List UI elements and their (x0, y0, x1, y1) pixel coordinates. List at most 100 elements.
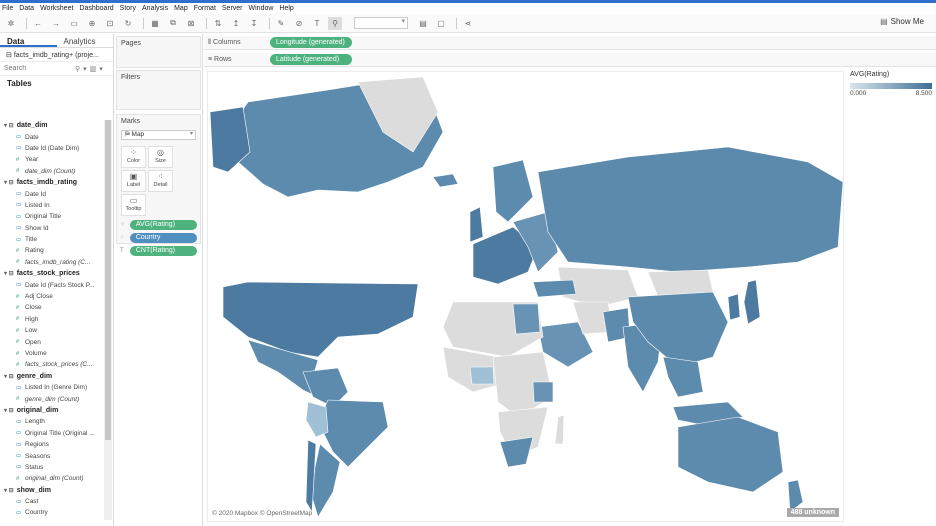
tab-data[interactable]: Data (0, 34, 57, 47)
mark-type-select[interactable]: ⛿ Map (121, 130, 196, 140)
tab-analytics[interactable]: Analytics (57, 34, 114, 47)
size-button[interactable]: ◎ Size (148, 146, 173, 168)
field-item[interactable]: # Close (0, 302, 104, 313)
field-item[interactable]: # facts_stock_prices (C... (0, 359, 104, 370)
country-uk[interactable] (469, 206, 484, 243)
chevron-down-icon[interactable]: ▾ ⊟ (4, 373, 14, 380)
table-group[interactable]: ▾ ⊟ show_dim (0, 485, 104, 496)
sort-ascending-icon[interactable]: ↥ (229, 17, 243, 30)
field-item[interactable]: ▭ Original Title (Original ... (0, 428, 104, 439)
show-me-button[interactable]: ▤ Show Me (880, 17, 924, 26)
menu-item-server[interactable]: Server (222, 5, 243, 12)
menu-item-worksheet[interactable]: Worksheet (40, 5, 73, 12)
field-item[interactable]: ▭ Date Id (Date Dim) (0, 143, 104, 154)
columns-shelf[interactable]: ⦀ Columns Longitude (generated) (204, 36, 936, 50)
chevron-down-icon[interactable]: ▾ (99, 65, 103, 73)
refresh-icon[interactable]: ↻ (121, 17, 135, 30)
chevron-down-icon[interactable]: ▾ ⊟ (4, 270, 14, 277)
field-item[interactable]: # Year (0, 154, 104, 165)
country-southeast-asia[interactable] (662, 356, 704, 398)
scrollbar-thumb[interactable] (105, 120, 111, 440)
field-item[interactable]: ▭ Date Id (Facts Stock P... (0, 279, 104, 290)
latitude-pill[interactable]: Latitude (generated) (270, 54, 352, 65)
field-item[interactable]: ▭ Country (0, 507, 104, 518)
duplicate-sheet-icon[interactable]: ⧉ (166, 17, 180, 30)
field-item[interactable]: ▭ Date Id (0, 188, 104, 199)
field-item[interactable]: # date_dim (Count) (0, 166, 104, 177)
field-item[interactable]: # genre_dim (Count) (0, 393, 104, 404)
avg-rating-pill[interactable]: AVG(Rating) (129, 219, 197, 230)
unknown-badge[interactable]: 488 unknown (786, 508, 839, 517)
longitude-pill[interactable]: Longitude (generated) (270, 37, 352, 48)
field-item[interactable]: ▭ Seasons (0, 450, 104, 461)
pages-card[interactable]: Pages (116, 36, 201, 68)
chevron-down-icon[interactable]: ▾ ⊟ (4, 179, 14, 186)
country-iceland[interactable] (432, 173, 459, 188)
field-item[interactable]: # Volume (0, 348, 104, 359)
country-south-africa[interactable] (499, 436, 534, 468)
field-item[interactable]: ▭ Status (0, 462, 104, 473)
table-group[interactable]: ▾ ⊟ original_dim (0, 405, 104, 416)
country-japan[interactable] (743, 279, 761, 325)
field-item[interactable]: ▭ Length (0, 416, 104, 427)
tooltip-button[interactable]: ▭ Tooltip (121, 194, 146, 216)
menu-item-window[interactable]: Window (249, 5, 274, 12)
map-copyright[interactable]: © 2020 Mapbox © OpenStreetMap (212, 510, 312, 517)
sort-descending-icon[interactable]: ↧ (247, 17, 261, 30)
menu-item-format[interactable]: Format (194, 5, 216, 12)
field-item[interactable]: # facts_imdb_rating (C... (0, 257, 104, 268)
new-worksheet-icon[interactable]: ▦ (148, 17, 162, 30)
field-item[interactable]: # Rating (0, 245, 104, 256)
pin-icon[interactable]: ⚲ (328, 16, 342, 30)
menu-item-help[interactable]: Help (279, 5, 293, 12)
chevron-down-icon[interactable]: ▾ ⊟ (4, 122, 14, 129)
show-mark-labels-icon[interactable]: T (310, 17, 324, 30)
field-item[interactable]: # original_dim (Count) (0, 473, 104, 484)
filter-icon[interactable]: ▾ (83, 65, 87, 73)
field-item[interactable]: ▭ Listed In (0, 200, 104, 211)
clear-sheet-icon[interactable]: ⊠ (184, 17, 198, 30)
menu-item-story[interactable]: Story (120, 5, 136, 12)
pause-updates-icon[interactable]: ⊡ (103, 17, 117, 30)
redo-icon[interactable]: → (49, 17, 63, 30)
table-group[interactable]: ▾ ⊟ facts_stock_prices (0, 268, 104, 279)
datasource-name[interactable]: ⊟ facts_imdb_rating+ (proje... (0, 48, 113, 62)
filters-card[interactable]: Filters (116, 70, 201, 110)
view-options-icon[interactable]: ▥ (90, 65, 97, 73)
detail-button[interactable]: ⁖ Detail (148, 170, 173, 192)
field-item[interactable]: ▭ Title (0, 234, 104, 245)
share-icon[interactable]: ⋖ (461, 17, 475, 30)
new-datasource-icon[interactable]: ⊕ (85, 17, 99, 30)
chevron-down-icon[interactable]: ▾ ⊟ (4, 407, 14, 414)
map-view[interactable]: © 2020 Mapbox © OpenStreetMap 488 unknow… (207, 71, 844, 522)
search-input[interactable] (4, 63, 72, 74)
save-icon[interactable]: ▭ (67, 17, 81, 30)
fix-axes-icon[interactable]: ▤ (416, 17, 430, 30)
country-turkey[interactable] (532, 279, 577, 298)
menu-item-analysis[interactable]: Analysis (142, 5, 168, 12)
menu-item-dashboard[interactable]: Dashboard (79, 5, 113, 12)
color-legend[interactable]: AVG(Rating) 0.000 8.500 (848, 71, 934, 98)
rows-shelf[interactable]: ≡ Rows Latitude (generated) (204, 53, 936, 67)
country-russia[interactable] (537, 146, 843, 273)
country-peru[interactable] (305, 401, 329, 438)
chevron-down-icon[interactable]: ▾ ⊟ (4, 487, 14, 494)
group-members-icon[interactable]: ⊘ (292, 17, 306, 30)
menu-item-data[interactable]: Data (19, 5, 34, 12)
undo-icon[interactable]: ← (31, 17, 45, 30)
country-egypt[interactable] (512, 303, 541, 335)
field-item[interactable]: ▭ Show Id (0, 223, 104, 234)
country-pill[interactable]: Country (129, 232, 197, 243)
field-item[interactable]: ▭ Original Title (0, 211, 104, 222)
field-item[interactable]: # Adj Close (0, 291, 104, 302)
table-group[interactable]: ▾ ⊟ genre_dim (0, 371, 104, 382)
highlight-icon[interactable]: ✎ (274, 17, 288, 30)
presentation-mode-icon[interactable]: ▢ (434, 17, 448, 30)
country-kenya[interactable] (532, 381, 554, 403)
country-nigeria[interactable] (469, 366, 495, 385)
field-item[interactable]: ▭ Date (0, 131, 104, 142)
field-item[interactable]: # Open (0, 336, 104, 347)
table-group[interactable]: ▾ ⊟ facts_imdb_rating (0, 177, 104, 188)
country-korea[interactable] (727, 293, 741, 321)
label-button[interactable]: ▣ Label (121, 170, 146, 192)
